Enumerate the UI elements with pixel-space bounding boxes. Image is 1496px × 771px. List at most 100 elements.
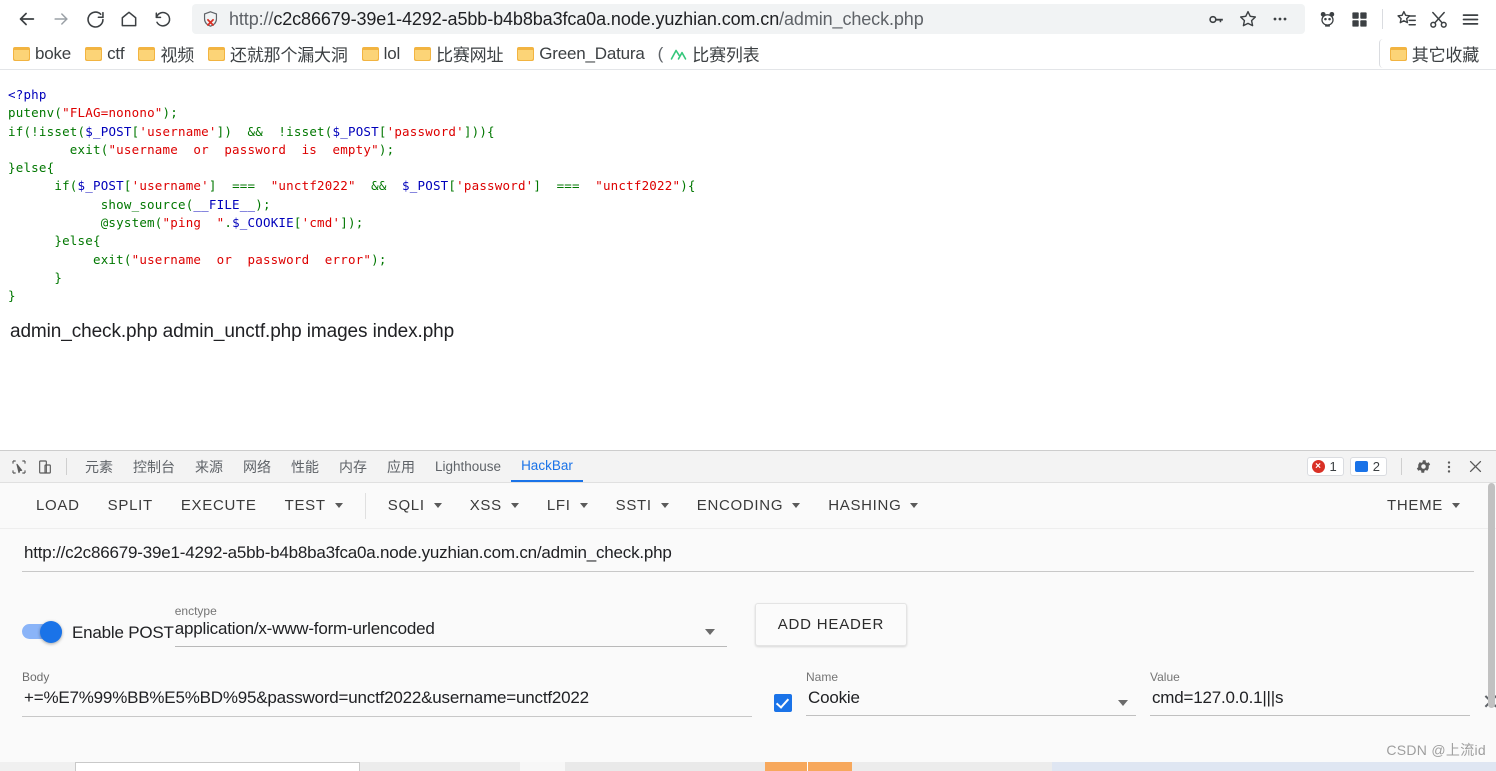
hackbar-lfi-button[interactable]: LFI — [533, 491, 602, 520]
device-toolbar-icon[interactable] — [32, 454, 58, 480]
header-value-field: Value cmd=127.0.0.1|||s — [1150, 670, 1470, 717]
hackbar-ssti-label: SSTI — [615, 497, 652, 514]
body-label: Body — [22, 670, 50, 684]
hackbar-load-button[interactable]: LOAD — [22, 491, 94, 520]
header-value-input[interactable]: cmd=127.0.0.1|||s — [1150, 685, 1470, 716]
chevron-down-icon — [910, 503, 919, 508]
code-token: 'username' — [131, 178, 209, 194]
body-input[interactable]: +=%E7%99%BB%E5%BD%95&password=unctf2022&… — [22, 684, 752, 717]
bookmark-link-item[interactable]: 比赛列表 — [665, 39, 764, 68]
inspect-element-icon[interactable] — [6, 454, 32, 480]
chevron-down-icon[interactable] — [704, 629, 715, 635]
code-token: putenv — [8, 105, 55, 121]
reload-icon[interactable] — [78, 2, 112, 36]
hackbar-ssti-button[interactable]: SSTI — [602, 491, 683, 520]
tab-console[interactable]: 控制台 — [123, 451, 185, 482]
taskbar-segment — [807, 762, 852, 771]
bookmark-item[interactable]: 视频 — [133, 39, 199, 68]
header-name-input[interactable]: Cookie — [806, 685, 1136, 716]
code-token: "username or password error" — [131, 251, 372, 267]
bookmark-item[interactable]: 比赛网址 — [409, 39, 508, 68]
bookmark-item[interactable]: ctf — [80, 42, 129, 66]
code-line: exit("username or password error"); — [8, 251, 1496, 269]
star-icon[interactable] — [1233, 4, 1263, 34]
more-vertical-icon[interactable] — [1436, 454, 1462, 480]
code-token: ] === — [533, 178, 596, 194]
tab-application[interactable]: 应用 — [377, 451, 425, 482]
collections-icon[interactable] — [1390, 2, 1422, 36]
tab-lighthouse[interactable]: Lighthouse — [425, 451, 511, 482]
key-icon[interactable] — [1201, 4, 1231, 34]
toggle-knob — [40, 621, 62, 643]
tab-performance[interactable]: 性能 — [281, 451, 329, 482]
taskbar-segment — [765, 762, 807, 771]
header-name-label: Name — [806, 670, 839, 684]
close-icon[interactable] — [1462, 454, 1488, 480]
code-line: putenv("FLAG=nonono"); — [8, 104, 1496, 122]
taskbar-segment — [565, 762, 765, 771]
taskbar-segment — [0, 762, 75, 771]
code-token: exit( — [8, 141, 109, 157]
devtools-scrollbar[interactable] — [1487, 483, 1496, 771]
hackbar-execute-button[interactable]: EXECUTE — [167, 491, 271, 520]
cut-icon[interactable] — [1422, 2, 1454, 36]
more-dots-icon[interactable] — [1265, 4, 1295, 34]
browser-nav-toolbar: http://c2c86679-39e1-4292-a5bb-b4b8ba3fc… — [0, 0, 1496, 38]
add-header-button[interactable]: ADD HEADER — [754, 603, 908, 646]
tab-sources[interactable]: 来源 — [185, 451, 233, 482]
devtools-scrollbar-thumb[interactable] — [1488, 483, 1495, 708]
other-bookmarks[interactable]: 其它收藏 — [1378, 39, 1484, 68]
forward-icon[interactable] — [44, 2, 78, 36]
hackbar-theme-button[interactable]: THEME — [1373, 491, 1474, 520]
omnibox-url-text: http://c2c86679-39e1-4292-a5bb-b4b8ba3fc… — [229, 8, 924, 29]
code-token: $_POST — [332, 123, 379, 139]
hackbar-url-input[interactable]: http://c2c86679-39e1-4292-a5bb-b4b8ba3fc… — [22, 539, 1474, 572]
code-token: && — [355, 178, 403, 194]
menu-icon[interactable] — [1454, 2, 1486, 36]
enctype-value[interactable]: application/x-www-form-urlencoded — [175, 619, 727, 646]
folder-icon — [13, 46, 30, 61]
tab-hackbar[interactable]: HackBar — [511, 451, 583, 482]
error-count-badge[interactable]: × 1 — [1306, 457, 1344, 476]
hackbar-theme-label: THEME — [1387, 497, 1443, 514]
hackbar-hashing-label: HASHING — [828, 497, 902, 514]
panda-extension-icon[interactable] — [1311, 2, 1343, 36]
settings-gear-icon[interactable] — [1410, 454, 1436, 480]
code-token: "ping " — [162, 215, 225, 231]
hackbar-hashing-button[interactable]: HASHING — [814, 491, 932, 520]
tab-network[interactable]: 网络 — [233, 451, 281, 482]
hackbar-split-button[interactable]: SPLIT — [94, 491, 167, 520]
enctype-label: enctype — [174, 604, 217, 618]
enctype-select[interactable]: enctype application/x-www-form-urlencode… — [174, 604, 727, 647]
message-count-badge[interactable]: 2 — [1349, 457, 1387, 476]
folder-icon — [85, 46, 103, 61]
hackbar-xss-label: XSS — [469, 497, 502, 514]
hackbar-lfi-label: LFI — [546, 497, 571, 514]
hackbar-sqli-button[interactable]: SQLI — [374, 491, 456, 520]
chevron-down-icon[interactable] — [1118, 700, 1128, 706]
bookmark-item[interactable]: lol — [357, 42, 405, 66]
restore-icon[interactable] — [146, 2, 180, 36]
hackbar-encoding-button[interactable]: ENCODING — [683, 491, 814, 520]
insecure-shield-icon[interactable] — [202, 10, 219, 28]
folder-icon — [1389, 46, 1407, 61]
taskbar-segment — [360, 762, 520, 771]
bookmark-item[interactable]: Green_Datura — [512, 42, 649, 66]
code-line: } — [8, 287, 1496, 305]
bookmark-item[interactable]: boke — [8, 42, 76, 66]
hackbar-xss-button[interactable]: XSS — [456, 491, 533, 520]
home-icon[interactable] — [112, 2, 146, 36]
grid-extension-icon[interactable] — [1343, 2, 1375, 36]
code-line: show_source(__FILE__); — [8, 196, 1496, 214]
tab-memory[interactable]: 内存 — [329, 451, 377, 482]
code-token: ); — [255, 196, 271, 212]
code-token: $_COOKIE — [232, 215, 294, 231]
hackbar-test-button[interactable]: TEST — [271, 491, 357, 520]
enable-post-toggle[interactable] — [22, 621, 66, 643]
header-enabled-checkbox[interactable] — [774, 694, 792, 712]
omnibox[interactable]: http://c2c86679-39e1-4292-a5bb-b4b8ba3fc… — [192, 4, 1305, 34]
error-icon: × — [1311, 460, 1325, 473]
tab-elements[interactable]: 元素 — [75, 451, 123, 482]
back-icon[interactable] — [10, 2, 44, 36]
bookmark-item[interactable]: 还就那个漏大洞 — [203, 39, 353, 68]
